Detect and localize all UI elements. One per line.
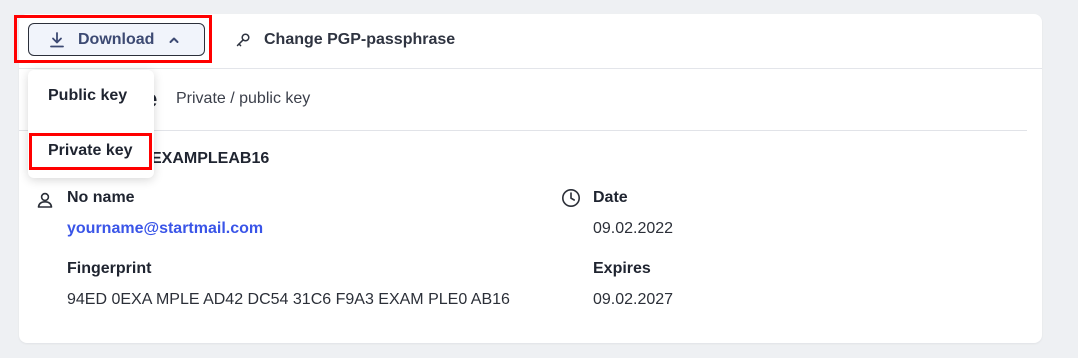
- fingerprint-value: 94ED 0EXA MPLE AD42 DC54 31C6 F9A3 EXAM …: [67, 291, 510, 308]
- owner-name: No name: [67, 189, 135, 206]
- expires-value: 09.02.2027: [593, 291, 674, 308]
- change-pgp-passphrase-button[interactable]: Change PGP-passphrase: [234, 29, 455, 51]
- key-id: EXAMPLEAB16: [151, 150, 270, 167]
- expires-label: Expires: [593, 260, 651, 277]
- user-icon: [36, 191, 54, 209]
- key-title-row: e Private / public key: [19, 84, 1027, 131]
- fingerprint-label: Fingerprint: [67, 260, 152, 277]
- change-pgp-passphrase-label: Change PGP-passphrase: [264, 31, 456, 48]
- key-icon: [234, 31, 252, 49]
- date-label: Date: [593, 189, 628, 206]
- clock-icon: [561, 188, 581, 208]
- key-subtitle: Private / public key: [176, 90, 311, 107]
- date-value: 09.02.2022: [593, 220, 674, 237]
- menu-item-public-key[interactable]: Public key: [48, 87, 127, 105]
- owner-email-link[interactable]: yourname@startmail.com: [67, 220, 263, 238]
- download-button-highlight: [14, 15, 212, 63]
- private-key-highlight: [29, 133, 152, 170]
- key-details-card: Download Change PGP-passphrase e Private…: [19, 14, 1042, 343]
